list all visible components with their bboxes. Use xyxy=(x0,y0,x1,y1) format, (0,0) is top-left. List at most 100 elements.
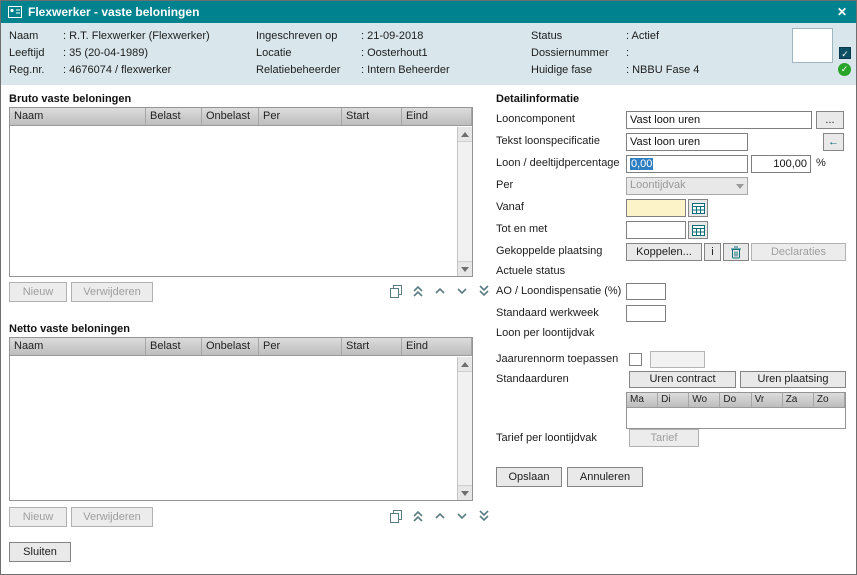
move-first-icon[interactable] xyxy=(409,283,427,299)
scroll-down-icon[interactable] xyxy=(458,485,472,500)
actuele-status-label: Actuele status xyxy=(496,265,565,277)
copy-text-arrow-button[interactable]: ← xyxy=(823,133,844,151)
scroll-down-icon[interactable] xyxy=(458,261,472,276)
move-up-icon[interactable] xyxy=(431,283,449,299)
column-header[interactable]: Belast xyxy=(146,338,202,355)
standaard-werkweek-input[interactable] xyxy=(626,305,666,322)
uren-contract-button[interactable]: Uren contract xyxy=(629,371,736,388)
day-column-header: Di xyxy=(658,393,689,407)
bruto-table[interactable]: Naam Belast Onbelast Per Start Eind xyxy=(9,107,473,277)
netto-section-title: Netto vaste beloningen xyxy=(9,323,130,335)
looncomponent-browse-button[interactable]: ... xyxy=(816,111,844,129)
bruto-table-header: Naam Belast Onbelast Per Start Eind xyxy=(10,108,472,126)
info-button[interactable]: i xyxy=(704,243,721,261)
netto-list-tools xyxy=(387,508,493,524)
bruto-verwijderen-button[interactable]: Verwijderen xyxy=(71,282,153,302)
dialog-flexwerker-vaste-beloningen: Flexwerker - vaste beloningen ✕ Naam: R.… xyxy=(0,0,857,575)
column-header[interactable]: Naam xyxy=(10,108,146,125)
copy-icon[interactable] xyxy=(387,508,405,524)
vanaf-input[interactable] xyxy=(626,199,686,217)
vanaf-label: Vanaf xyxy=(496,201,524,213)
scroll-up-icon[interactable] xyxy=(458,357,472,372)
netto-scrollbar[interactable] xyxy=(457,357,472,500)
bruto-nieuw-button[interactable]: Nieuw xyxy=(9,282,67,302)
day-column-header: Za xyxy=(783,393,814,407)
info-label: Status xyxy=(531,28,626,45)
info-value: : Actief xyxy=(626,30,659,42)
opslaan-button[interactable]: Opslaan xyxy=(496,467,562,487)
declaraties-button[interactable]: Declaraties xyxy=(751,243,846,261)
column-header[interactable]: Start xyxy=(342,338,402,355)
person-info-header: Naam: R.T. Flexwerker (Flexwerker) Leeft… xyxy=(1,23,856,85)
ao-loondispensatie-label: AO / Loondispensatie (%) xyxy=(496,285,621,297)
gekoppelde-plaatsing-label: Gekoppelde plaatsing xyxy=(496,245,602,257)
window-title: Flexwerker - vaste beloningen xyxy=(28,5,835,19)
bruto-scrollbar[interactable] xyxy=(457,127,472,276)
chevron-down-icon xyxy=(736,184,744,189)
move-up-icon[interactable] xyxy=(431,508,449,524)
info-value: : 21-09-2018 xyxy=(361,30,423,42)
column-header[interactable]: Per xyxy=(259,108,342,125)
tarief-button[interactable]: Tarief xyxy=(629,429,699,447)
info-label: Locatie xyxy=(256,45,361,62)
info-value: : R.T. Flexwerker (Flexwerker) xyxy=(63,30,210,42)
move-last-icon[interactable] xyxy=(475,508,493,524)
column-header[interactable]: Onbelast xyxy=(202,108,259,125)
standaarduren-table-header: Ma Di Wo Do Vr Za Zo xyxy=(627,393,845,408)
column-header[interactable]: Belast xyxy=(146,108,202,125)
info-label: Ingeschreven op xyxy=(256,28,361,45)
info-label: Dossiernummer xyxy=(531,45,626,62)
info-label: Relatiebeheerder xyxy=(256,62,361,79)
bruto-section-title: Bruto vaste beloningen xyxy=(9,93,131,105)
info-value: : 35 (20-04-1989) xyxy=(63,47,148,59)
trash-icon[interactable] xyxy=(723,243,749,261)
sluiten-button[interactable]: Sluiten xyxy=(9,542,71,562)
info-value: : Intern Beheerder xyxy=(361,64,450,76)
jaarurennorm-label: Jaarurennorm toepassen xyxy=(496,353,618,365)
day-column-header: Wo xyxy=(689,393,720,407)
jaarurennorm-checkbox[interactable] xyxy=(629,353,642,366)
per-label: Per xyxy=(496,179,513,191)
loon-deeltijdpercentage-label: Loon / deeltijdpercentage xyxy=(496,157,620,169)
uren-plaatsing-button[interactable]: Uren plaatsing xyxy=(740,371,846,388)
standaarduren-label: Standaarduren xyxy=(496,373,569,385)
annuleren-button[interactable]: Annuleren xyxy=(567,467,643,487)
ao-loondispensatie-input[interactable] xyxy=(626,283,666,300)
vanaf-calendar-icon[interactable] xyxy=(688,199,708,217)
move-first-icon[interactable] xyxy=(409,508,427,524)
column-header[interactable]: Per xyxy=(259,338,342,355)
scroll-up-icon[interactable] xyxy=(458,127,472,142)
looncomponent-input[interactable] xyxy=(626,111,812,129)
info-column-3: Status: Actief Dossiernummer: Huidige fa… xyxy=(531,28,699,79)
netto-table-header: Naam Belast Onbelast Per Start Eind xyxy=(10,338,472,356)
copy-icon[interactable] xyxy=(387,283,405,299)
koppelen-button[interactable]: Koppelen... xyxy=(626,243,702,261)
deeltijdpercentage-input[interactable] xyxy=(751,155,811,173)
close-icon[interactable]: ✕ xyxy=(835,5,849,19)
standaard-werkweek-label: Standaard werkweek xyxy=(496,307,599,319)
info-value: : xyxy=(626,47,629,59)
column-header[interactable]: Naam xyxy=(10,338,146,355)
column-header[interactable]: Eind xyxy=(402,338,472,355)
netto-table[interactable]: Naam Belast Onbelast Per Start Eind xyxy=(9,337,473,501)
tekst-loonspecificatie-input[interactable] xyxy=(626,133,748,151)
column-header[interactable]: Onbelast xyxy=(202,338,259,355)
jaarurennorm-input xyxy=(650,351,705,368)
column-header[interactable]: Start xyxy=(342,108,402,125)
move-down-icon[interactable] xyxy=(453,283,471,299)
selected-text: 0,00 xyxy=(630,158,653,170)
column-header[interactable]: Eind xyxy=(402,108,472,125)
move-last-icon[interactable] xyxy=(475,283,493,299)
netto-verwijderen-button[interactable]: Verwijderen xyxy=(71,507,153,527)
photo-placeholder xyxy=(792,28,833,63)
netto-nieuw-button[interactable]: Nieuw xyxy=(9,507,67,527)
tot-en-met-input[interactable] xyxy=(626,221,686,239)
loon-input[interactable]: 0,00 xyxy=(626,155,748,173)
tot-en-met-label: Tot en met xyxy=(496,223,547,235)
info-value: : Oosterhout1 xyxy=(361,47,428,59)
day-column-header: Ma xyxy=(627,393,658,407)
window-icon xyxy=(8,6,22,18)
tot-en-met-calendar-icon[interactable] xyxy=(688,221,708,239)
info-label: Huidige fase xyxy=(531,62,626,79)
move-down-icon[interactable] xyxy=(453,508,471,524)
